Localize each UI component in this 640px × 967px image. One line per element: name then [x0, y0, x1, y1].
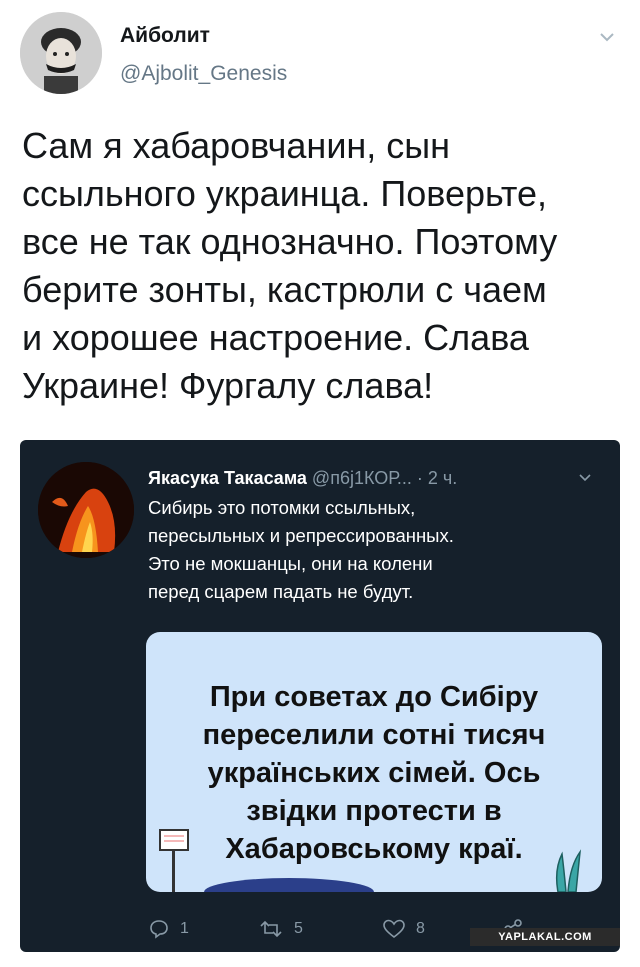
author-handle[interactable]: @Ajbolit_Genesis	[120, 62, 287, 86]
quoted-author-avatar[interactable]	[38, 462, 134, 558]
retweet-icon	[260, 920, 282, 938]
tweet-text: Сам я хабаровчанин, сын ссыльного украин…	[22, 125, 558, 406]
author-avatar[interactable]	[20, 12, 102, 94]
quoted-author-name[interactable]: Якасука Такасама	[148, 468, 307, 488]
like-action[interactable]: 8	[382, 918, 425, 940]
quoted-tweet-text: Сибирь это потомки ссыльных, пересыльных…	[148, 497, 454, 602]
quoted-tweet-image[interactable]: При советах до Сибіру переселили сотні т…	[146, 632, 602, 892]
sign-post-illustration	[159, 829, 189, 892]
quoted-tweet-header: Якасука Такасама @п6j1КОР... · 2 ч.	[148, 468, 457, 489]
quoted-tweet-card[interactable]: Якасука Такасама @п6j1КОР... · 2 ч. Сиби…	[20, 440, 620, 952]
retweet-count: 5	[294, 920, 303, 937]
site-watermark: YAPLAKAL.COM	[470, 928, 620, 946]
quoted-chevron-down-icon[interactable]	[578, 470, 592, 482]
image-caption: При советах до Сибіру переселили сотні т…	[202, 681, 546, 865]
like-count: 8	[416, 920, 425, 937]
reply-action[interactable]: 1	[148, 918, 189, 940]
retweet-action[interactable]: 5	[258, 918, 303, 940]
crowd-illustration	[204, 878, 374, 892]
quoted-tweet-time[interactable]: · 2 ч.	[417, 468, 457, 488]
plant-illustration	[555, 849, 582, 892]
quoted-author-handle[interactable]: @п6j1КОР...	[312, 468, 412, 488]
author-name[interactable]: Айболит	[120, 24, 210, 48]
chevron-down-icon[interactable]	[598, 30, 616, 44]
heart-icon	[383, 919, 405, 939]
reply-icon	[150, 920, 168, 939]
reply-count: 1	[180, 920, 189, 937]
